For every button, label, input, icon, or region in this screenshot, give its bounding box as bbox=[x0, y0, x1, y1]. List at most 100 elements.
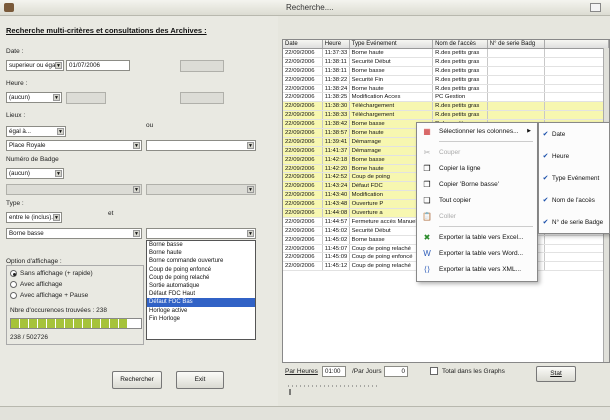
column-toggle-item[interactable]: ✔ Nom de l'accès bbox=[539, 189, 609, 211]
context-menu-item[interactable]: ❏ Tout copier bbox=[417, 192, 537, 208]
column-header[interactable]: Heure bbox=[323, 40, 350, 48]
context-menu-item[interactable]: 📋 Coller bbox=[417, 208, 537, 224]
stat-button[interactable]: Stat bbox=[536, 366, 576, 382]
table-cell bbox=[545, 75, 609, 84]
table-cell: 11:45:07 bbox=[323, 244, 350, 253]
total-graphs-checkbox[interactable] bbox=[430, 367, 438, 375]
dropdown-option[interactable]: Défaut FDC Haut bbox=[147, 290, 255, 298]
chevron-down-icon: ▼ bbox=[53, 214, 60, 221]
lieux-label: Lieux : bbox=[6, 112, 26, 119]
progress-block bbox=[101, 319, 109, 328]
date-value: 01/07/2006 bbox=[69, 62, 100, 69]
menu-item-label: Couper bbox=[439, 148, 461, 156]
table-cell bbox=[545, 84, 609, 93]
heure-second-field[interactable] bbox=[180, 92, 224, 104]
dropdown-option[interactable]: Borne haute bbox=[147, 249, 255, 257]
date-operator-select[interactable]: superieur ou égal à ▼ bbox=[6, 60, 64, 71]
table-cell: R.des petits gras bbox=[433, 66, 488, 75]
date-second-field[interactable] bbox=[180, 60, 224, 72]
column-toggle-item[interactable]: ✔ Type Evénement bbox=[539, 167, 609, 189]
table-row[interactable]: 22/09/2006 11:38:33 Téléchargement R.des pe… bbox=[283, 111, 609, 121]
table-row[interactable]: 22/09/2006 11:38:24 Borne haute R.des petit… bbox=[283, 84, 609, 94]
column-header-empty[interactable] bbox=[545, 40, 609, 48]
context-menu-item[interactable]: ❐ Copier la ligne bbox=[417, 160, 537, 176]
chevron-down-icon: ▼ bbox=[53, 94, 60, 101]
column-header[interactable]: N° de serie Badg bbox=[488, 40, 546, 48]
heure-field[interactable] bbox=[66, 92, 106, 104]
type-select[interactable]: Borne basse ▼ bbox=[6, 228, 142, 239]
radio-avec-affichage-pause[interactable] bbox=[10, 292, 17, 299]
table-cell: 11:38:30 bbox=[323, 102, 350, 111]
badge-operator-select[interactable]: (aucun) ▼ bbox=[6, 168, 64, 179]
table-row[interactable]: 22/09/2006 11:37:33 Borne haute R.des petit… bbox=[283, 49, 609, 58]
type-operator-select[interactable]: entre le (inclus)... ▼ bbox=[6, 212, 62, 223]
table-cell bbox=[545, 244, 609, 253]
cut-icon: ✂ bbox=[423, 147, 431, 157]
table-cell: R.des petits gras bbox=[433, 111, 488, 120]
dropdown-option[interactable]: Défaut FDC Bas bbox=[147, 298, 255, 307]
column-header[interactable]: Date bbox=[283, 40, 323, 48]
table-cell: 11:43:24 bbox=[323, 182, 350, 191]
dropdown-option[interactable]: Coup de poing enfoncé bbox=[147, 266, 255, 274]
dropdown-option[interactable]: Coup de poing relaché bbox=[147, 274, 255, 282]
and-label: et bbox=[108, 210, 114, 217]
heures-input[interactable]: 01:00 bbox=[322, 366, 346, 377]
type-dropdown-list[interactable]: Borne basse Borne haute Borne commande ouv… bbox=[146, 240, 256, 340]
type-second-select[interactable]: ▼ bbox=[146, 228, 256, 239]
context-menu-item[interactable]: ❐ Copier 'Borne basse' bbox=[417, 176, 537, 192]
column-header[interactable]: Nom de l'accès bbox=[433, 40, 488, 48]
table-cell: 22/09/2006 bbox=[283, 244, 323, 253]
progress-block bbox=[38, 319, 46, 328]
status-bar bbox=[0, 406, 610, 420]
submenu-arrow-icon: ▶ bbox=[527, 128, 531, 134]
column-toggle-item[interactable]: ✔ Date bbox=[539, 123, 609, 145]
date-input[interactable]: 01/07/2006 bbox=[66, 60, 130, 71]
dropdown-option[interactable]: Sortie automatique bbox=[147, 282, 255, 290]
dropdown-option[interactable]: Borne commande ouverture bbox=[147, 257, 255, 265]
table-cell bbox=[545, 102, 609, 111]
table-cell: 11:38:57 bbox=[323, 129, 350, 137]
columns-icon: ▦ bbox=[423, 126, 431, 136]
dropdown-option[interactable]: Horloge active bbox=[147, 307, 255, 315]
context-menu-item[interactable]: ✖ Exporter la table vers Excel... bbox=[417, 229, 537, 245]
search-button[interactable]: Rechercher bbox=[112, 371, 162, 389]
table-cell bbox=[545, 262, 609, 271]
lieux-second-select[interactable]: ▼ bbox=[146, 140, 256, 151]
radio-avec-affichage[interactable] bbox=[10, 281, 17, 288]
badge-select[interactable]: ▼ bbox=[6, 184, 142, 195]
badge-second-select[interactable]: ▼ bbox=[146, 184, 256, 195]
dropdown-option[interactable]: Fin Horloge bbox=[147, 315, 255, 323]
column-toggle-item[interactable]: ✔ N° de serie Badge bbox=[539, 211, 609, 233]
heure-operator-select[interactable]: (aucun) ▼ bbox=[6, 92, 62, 103]
table-row[interactable]: 22/09/2006 11:38:11 Borne basse R.des petit… bbox=[283, 66, 609, 76]
dropdown-option[interactable]: Borne basse bbox=[147, 241, 255, 249]
interval-slider[interactable] bbox=[286, 384, 380, 396]
context-menu-item[interactable]: ✂ Couper bbox=[417, 144, 537, 160]
lieux-value: Place Royale bbox=[9, 142, 46, 149]
table-cell: Borne basse bbox=[350, 66, 434, 75]
lieux-select[interactable]: Place Royale ▼ bbox=[6, 140, 142, 151]
column-header[interactable]: Type Evénement bbox=[350, 40, 434, 48]
table-row[interactable]: 22/09/2006 11:38:25 Modification Acces PC G… bbox=[283, 93, 609, 103]
chevron-down-icon: ▼ bbox=[133, 230, 140, 237]
context-menu-item[interactable]: ▦ Sélectionner les colonnes... ▶ bbox=[417, 123, 537, 139]
context-menu-item[interactable]: W Exporter la table vers Word... bbox=[417, 245, 537, 261]
table-row[interactable]: 22/09/2006 11:38:22 Securité Fin R.des peti… bbox=[283, 75, 609, 85]
heure-operator-value: (aucun) bbox=[9, 94, 30, 101]
table-cell: 22/09/2006 bbox=[283, 84, 323, 93]
window-title: Recherche.... bbox=[286, 3, 334, 12]
column-toggle-item[interactable]: ✔ Heure bbox=[539, 145, 609, 167]
occurrences-label: Nbre d'occurences trouvées : 238 bbox=[10, 307, 107, 314]
table-cell: 11:37:33 bbox=[323, 49, 350, 57]
maximize-button[interactable] bbox=[590, 3, 601, 12]
table-row[interactable]: 22/09/2006 11:38:11 Securité Début R.des pe… bbox=[283, 57, 609, 67]
context-menu-item[interactable]: ⟨⟩ Exporter la table vers XML... bbox=[417, 261, 537, 277]
radio-sans-affichage[interactable] bbox=[10, 270, 17, 277]
jours-input[interactable]: 0 bbox=[384, 366, 408, 377]
exit-button[interactable]: Exit bbox=[176, 371, 224, 389]
chevron-down-icon: ▼ bbox=[247, 142, 254, 149]
lieux-operator-select[interactable]: égal à... ▼ bbox=[6, 126, 66, 137]
menu-item-label: Sélectionner les colonnes... bbox=[439, 127, 519, 135]
table-row[interactable]: 22/09/2006 11:38:30 Téléchargement R.des pe… bbox=[283, 102, 609, 112]
table-cell: 22/09/2006 bbox=[283, 137, 323, 146]
